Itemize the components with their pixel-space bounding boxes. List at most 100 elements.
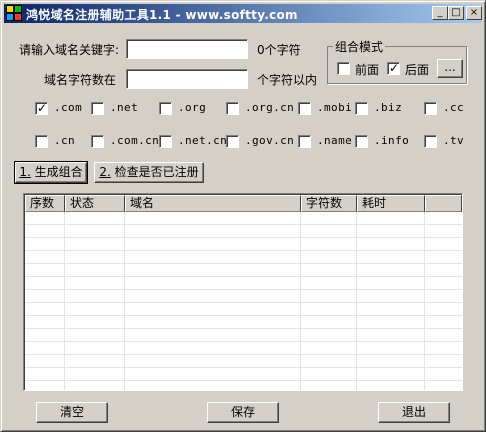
table-header: 序数 状态 域名 字符数 耗时 (25, 195, 462, 212)
check-icon: ✓ (389, 61, 400, 75)
tld-info[interactable]: .info (355, 134, 415, 150)
tld-mobi[interactable]: .mobi (298, 101, 352, 117)
clear-button[interactable]: 清空 (36, 402, 108, 423)
minimize-icon: _ (437, 7, 443, 18)
tld-cn-box[interactable] (35, 135, 48, 148)
tld-net[interactable]: .net (91, 101, 145, 117)
results-table[interactable]: 序数 状态 域名 字符数 耗时 (23, 193, 463, 391)
check-icon: ✓ (37, 101, 48, 115)
tld-cc-label: .cc (443, 101, 465, 114)
grid-line (25, 276, 462, 277)
maximize-icon: □ (451, 7, 461, 18)
tld-org-box[interactable] (159, 102, 172, 115)
tld-net-cn[interactable]: .net.cn (159, 134, 228, 150)
combo-mode-title: 组合模式 (333, 38, 386, 55)
check-registered-button[interactable]: 2. 检查是否已注册 (94, 162, 204, 183)
title-bar[interactable]: 鸿悦域名注册辅助工具1.1 - www.softty.com _ □ × (4, 4, 482, 23)
tld-mobi-box[interactable] (298, 102, 311, 115)
front-label: 前面 (355, 63, 380, 77)
col-elapsed[interactable]: 耗时 (357, 195, 425, 212)
check-hotkey: 2. (99, 165, 111, 179)
tld-com-cn-label: .com.cn (110, 134, 160, 147)
tld-com[interactable]: ✓ .com (35, 101, 89, 117)
grid-line (25, 328, 462, 329)
tld-name-label: .name (317, 134, 353, 147)
grid-line (25, 341, 462, 342)
tld-name[interactable]: .name (298, 134, 354, 150)
tld-gov-cn-label: .gov.cn (245, 134, 295, 147)
tld-com-cn-box[interactable] (91, 135, 104, 148)
length-input[interactable] (126, 69, 248, 89)
tld-mobi-label: .mobi (317, 101, 353, 114)
tld-cc-box[interactable] (424, 102, 437, 115)
tld-net-cn-box[interactable] (159, 135, 172, 148)
save-button[interactable]: 保存 (207, 402, 279, 423)
close-button[interactable]: × (466, 6, 482, 20)
tld-net-label: .net (110, 101, 139, 114)
back-checkbox[interactable]: ✓ 后面 (387, 61, 437, 77)
tld-org[interactable]: .org (159, 101, 213, 117)
col-status[interactable]: 状态 (65, 195, 125, 212)
tld-gov-cn[interactable]: .gov.cn (226, 134, 296, 150)
grid-line (25, 315, 462, 316)
app-icon (6, 5, 22, 21)
length-suffix: 个字符以内 (257, 73, 318, 87)
table-body[interactable] (25, 212, 462, 390)
grid-line (64, 212, 65, 390)
grid-line (25, 250, 462, 251)
back-checkbox-box[interactable]: ✓ (387, 61, 400, 75)
grid-line (124, 212, 125, 390)
front-checkbox-box[interactable] (337, 62, 350, 75)
tld-biz-box[interactable] (355, 102, 368, 115)
tld-name-box[interactable] (298, 135, 311, 148)
tld-biz[interactable]: .biz (355, 101, 409, 117)
tld-com-cn[interactable]: .com.cn (91, 134, 159, 150)
close-icon: × (469, 7, 479, 18)
tld-cn-label: .cn (54, 134, 76, 147)
grid-line (356, 212, 357, 390)
tld-org-cn[interactable]: .org.cn (226, 101, 296, 117)
tld-tv[interactable]: .tv (424, 134, 464, 150)
back-label: 后面 (405, 63, 430, 77)
front-checkbox[interactable]: 前面 (337, 61, 387, 77)
tld-net-cn-label: .net.cn (178, 134, 228, 147)
tld-org-cn-label: .org.cn (245, 101, 295, 114)
tld-cc[interactable]: .cc (424, 101, 464, 117)
grid-line (25, 224, 462, 225)
exit-button[interactable]: 退出 (378, 402, 450, 423)
grid-line (25, 289, 462, 290)
keyword-char-count: 0个字符 (257, 43, 301, 57)
tld-info-box[interactable] (355, 135, 368, 148)
generate-button[interactable]: 1. 生成组合 (14, 161, 88, 184)
length-label: 域名字符数在 (44, 73, 117, 87)
maximize-button[interactable]: □ (448, 6, 464, 20)
tld-org-label: .org (178, 101, 207, 114)
col-extra[interactable] (425, 195, 462, 212)
col-domain[interactable]: 域名 (125, 195, 301, 212)
tld-org-cn-box[interactable] (226, 102, 239, 115)
generate-hotkey: 1. (19, 165, 31, 179)
grid-line (424, 212, 425, 390)
grid-line (25, 367, 462, 368)
tld-gov-cn-box[interactable] (226, 135, 239, 148)
check-label: 检查是否已注册 (110, 165, 199, 179)
tld-com-box[interactable]: ✓ (35, 101, 48, 115)
combo-more-button[interactable]: ... (437, 59, 463, 78)
window-title: 鸿悦域名注册辅助工具1.1 - www.softty.com (26, 8, 298, 22)
tld-net-box[interactable] (91, 102, 104, 115)
col-index[interactable]: 序数 (25, 195, 65, 212)
grid-line (300, 212, 301, 390)
tld-cn[interactable]: .cn (35, 134, 89, 150)
grid-line (25, 263, 462, 264)
grid-line (25, 237, 462, 238)
keyword-input[interactable] (126, 39, 248, 59)
grid-line (25, 354, 462, 355)
tld-tv-label: .tv (443, 134, 465, 147)
tld-com-label: .com (54, 101, 83, 114)
minimize-button[interactable]: _ (432, 6, 448, 20)
generate-label: 生成组合 (30, 165, 83, 179)
tld-tv-box[interactable] (424, 135, 437, 148)
tld-biz-label: .biz (374, 101, 403, 114)
col-char-count[interactable]: 字符数 (301, 195, 357, 212)
tld-info-label: .info (374, 134, 410, 147)
